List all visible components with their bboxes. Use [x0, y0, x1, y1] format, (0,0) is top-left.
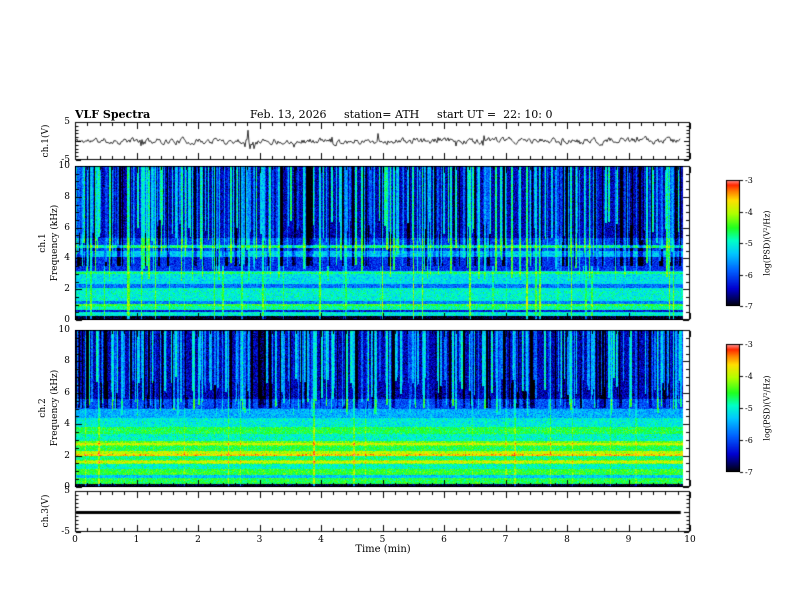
ch1-voltage-axis-label: ch.1(V)	[41, 124, 51, 158]
tick-label: -5	[745, 404, 753, 413]
tick-label: -7	[745, 468, 753, 477]
axes-ticks-overlay	[0, 0, 792, 612]
tick-label: -5	[61, 527, 70, 537]
time-axis-label: Time (min)	[355, 544, 411, 555]
tick-label: 5	[64, 117, 70, 127]
tick-label: 1	[133, 535, 140, 545]
tick-label: 5	[379, 535, 386, 545]
tick-label: 10	[58, 325, 70, 335]
tick-label: 2	[64, 284, 70, 295]
tick-label: 8	[64, 191, 70, 202]
ch1-frequency-axis-label: Frequency (kHz)	[50, 204, 60, 282]
tick-label: 3	[256, 535, 263, 545]
tick-label: -3	[745, 176, 753, 185]
ch1-colorbar-label: log(PSD)(V²/Hz)	[762, 210, 772, 276]
tick-label: 6	[64, 387, 70, 398]
tick-label: 0	[72, 535, 78, 545]
vlf-spectra-figure: VLF Spectra Feb. 13, 2026 station= ATH s…	[0, 0, 792, 612]
ch1-channel-label: ch.1	[38, 233, 48, 253]
tick-label: 10	[684, 535, 696, 545]
ch2-frequency-axis-label: Frequency (kHz)	[50, 369, 60, 447]
tick-label: -6	[745, 436, 753, 445]
tick-label: 8	[64, 356, 70, 367]
tick-label: 2	[195, 535, 201, 545]
tick-label: -5	[61, 155, 70, 165]
tick-label: -3	[745, 340, 753, 349]
tick-label: 4	[318, 535, 324, 545]
tick-label: 6	[64, 222, 70, 233]
tick-label: 2	[64, 450, 70, 461]
ch3-voltage-axis-label: ch.3(V)	[41, 494, 51, 528]
tick-label: 0	[64, 315, 70, 325]
ch2-channel-label: ch.2	[38, 398, 48, 418]
tick-label: -7	[745, 302, 753, 311]
tick-label: 4	[64, 253, 70, 264]
tick-label: -4	[745, 372, 753, 381]
ch2-colorbar-label: log(PSD)(V²/Hz)	[762, 375, 772, 441]
tick-label: -5	[745, 239, 753, 248]
tick-label: 5	[64, 486, 70, 496]
tick-label: -4	[745, 207, 753, 217]
tick-label: 7	[502, 535, 509, 545]
tick-label: 6	[441, 535, 447, 545]
tick-label: 4	[64, 419, 70, 430]
tick-label: 9	[625, 535, 632, 545]
tick-label: 8	[564, 535, 570, 545]
tick-label: -6	[745, 270, 753, 280]
